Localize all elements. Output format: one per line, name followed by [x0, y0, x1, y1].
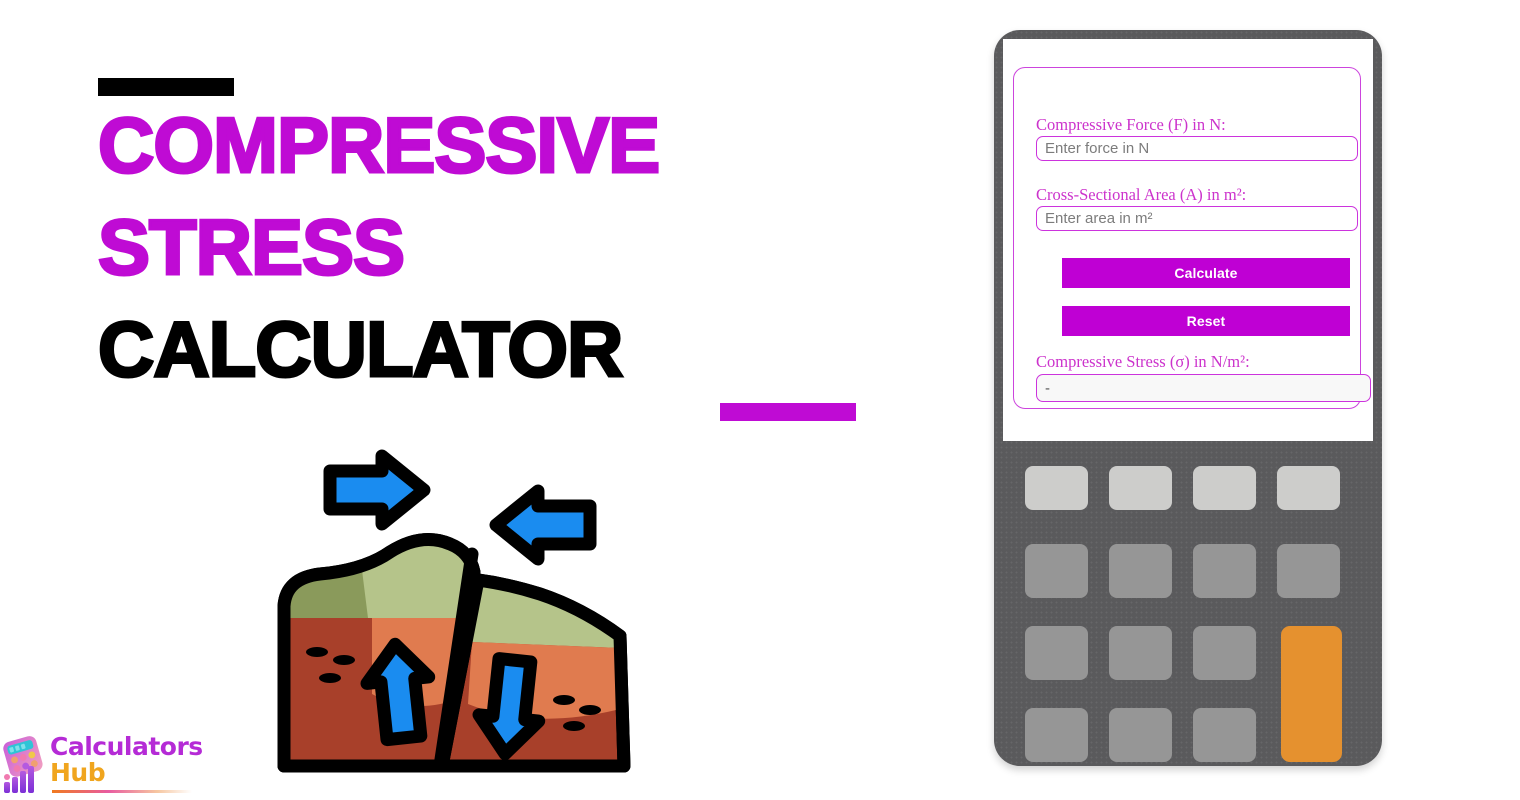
arrow-left-icon: [489, 484, 597, 566]
key-r2c4[interactable]: [1277, 544, 1340, 598]
compressive-stress-form-card: Compressive Force (F) in N: Cross-Sectio…: [1013, 67, 1371, 409]
arrow-right-icon: [323, 449, 431, 531]
calculator-keypad: [994, 448, 1382, 766]
result-field-label: Compressive Stress (σ) in N/m²:: [1036, 352, 1250, 371]
page-title-line-2: Stress: [96, 203, 406, 291]
page-title-block: Compressive Stress Calculator: [96, 60, 898, 430]
title-rule-bottom: [720, 403, 856, 421]
key-r2c3[interactable]: [1193, 544, 1256, 598]
key-r1c3[interactable]: [1193, 466, 1256, 510]
brand-word-calculators: Calculators: [50, 732, 203, 761]
reset-button[interactable]: Reset: [1062, 306, 1350, 336]
brand-word-hub: Hub: [50, 758, 106, 787]
calculator-device: Compressive Force (F) in N: Cross-Sectio…: [994, 30, 1382, 766]
result-output: [1036, 374, 1371, 402]
calculate-button[interactable]: Calculate: [1062, 258, 1350, 288]
force-field-label: Compressive Force (F) in N:: [1036, 115, 1226, 134]
area-input[interactable]: [1036, 206, 1358, 231]
key-r2c1[interactable]: [1025, 544, 1088, 598]
key-r1c2[interactable]: [1109, 466, 1172, 510]
key-r4c2[interactable]: [1109, 708, 1172, 762]
key-r3c3[interactable]: [1193, 626, 1256, 680]
key-r1c4[interactable]: [1277, 466, 1340, 510]
brand-underline: [52, 790, 192, 793]
brand-logo[interactable]: Calculators Hub: [2, 732, 203, 798]
key-r2c2[interactable]: [1109, 544, 1172, 598]
page-title-line-1: Compressive: [96, 101, 661, 189]
key-r4c1[interactable]: [1025, 708, 1088, 762]
title-rule-top: [98, 78, 234, 96]
calculator-bars-logo-icon: [2, 736, 48, 794]
key-r4c3[interactable]: [1193, 708, 1256, 762]
page-title-line-3: Calculator: [96, 305, 624, 393]
tectonic-fault-compression-icon: [272, 448, 652, 788]
key-r3c2[interactable]: [1109, 626, 1172, 680]
calculator-screen: Compressive Force (F) in N: Cross-Sectio…: [1003, 39, 1373, 441]
key-r3c1[interactable]: [1025, 626, 1088, 680]
equals-key[interactable]: [1281, 626, 1342, 762]
brand-wordmark: Calculators Hub: [50, 732, 203, 787]
area-field-label: Cross-Sectional Area (A) in m²:: [1036, 185, 1247, 204]
key-r1c1[interactable]: [1025, 466, 1088, 510]
force-input[interactable]: [1036, 136, 1358, 161]
